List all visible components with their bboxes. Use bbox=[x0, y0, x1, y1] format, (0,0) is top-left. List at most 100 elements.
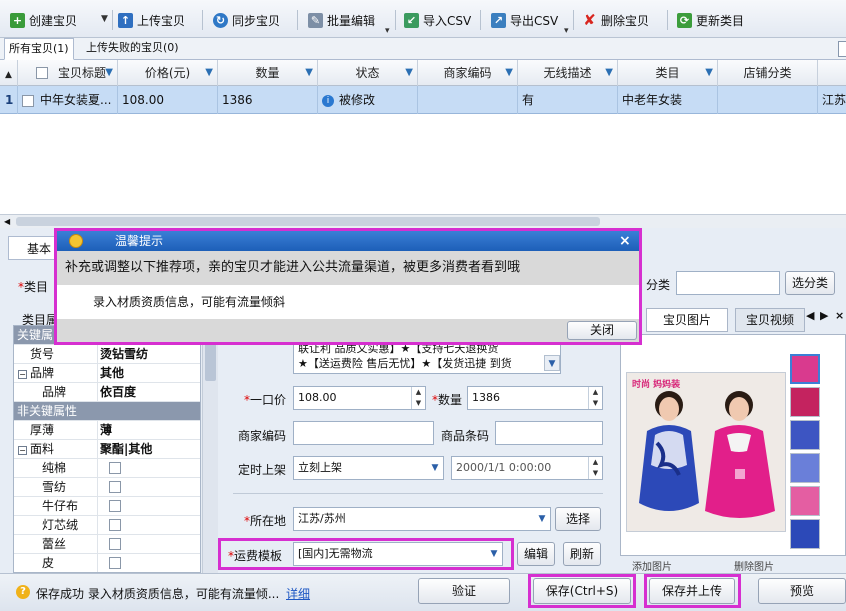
row-checkbox[interactable] bbox=[22, 94, 34, 107]
tab-item-video[interactable]: 宝贝视频 bbox=[735, 308, 805, 332]
quantity-input[interactable]: 1386 ▲ ▼ bbox=[467, 386, 603, 410]
dialog-close-button[interactable]: 关闭 bbox=[567, 321, 637, 340]
sku-code-input[interactable] bbox=[293, 421, 434, 445]
shop-category-input[interactable] bbox=[676, 271, 780, 295]
grid-options-icon[interactable] bbox=[838, 41, 846, 57]
attr-sku-no[interactable]: 货号 烫钻雪纺 bbox=[14, 345, 200, 364]
tab-upload-failed[interactable]: 上传失败的宝贝(0) bbox=[82, 38, 183, 60]
listing-datetime-input[interactable]: 2000/1/1 0:00:00 ▲ ▼ bbox=[451, 456, 603, 480]
tab-item-images[interactable]: 宝贝图片 bbox=[646, 308, 728, 332]
tab-all-items[interactable]: 所有宝贝(1) bbox=[4, 38, 74, 60]
fabric-option[interactable]: 雪纺 bbox=[14, 478, 200, 497]
attr-thickness[interactable]: 厚薄薄 bbox=[14, 421, 200, 440]
fabric-checkbox[interactable] bbox=[109, 462, 121, 474]
col-price[interactable]: 价格(元) ▼ bbox=[118, 60, 218, 86]
attr-brand-group[interactable]: − 品牌 其他 bbox=[14, 364, 200, 383]
col-wireless[interactable]: 无线描述 ▼ bbox=[518, 60, 618, 86]
create-item-button[interactable]: + 创建宝贝 bbox=[10, 10, 77, 30]
scroll-thumb[interactable] bbox=[16, 217, 600, 226]
col-status[interactable]: 状态 ▼ bbox=[318, 60, 418, 86]
table-row[interactable]: 1 中年女装夏... 108.00 1386 i 被修改 有 中老年女装 江苏 bbox=[0, 86, 846, 114]
row-location[interactable]: 江苏 bbox=[818, 86, 846, 114]
detail-link[interactable]: 详细 bbox=[286, 585, 310, 602]
edit-shipping-button[interactable]: 编辑 bbox=[517, 542, 555, 566]
fabric-option[interactable]: 蕾丝 bbox=[14, 535, 200, 554]
batch-edit-dropdown-icon[interactable]: ▾ bbox=[385, 26, 390, 36]
thumbnail-image[interactable] bbox=[790, 420, 820, 450]
scroll-thumb[interactable] bbox=[205, 341, 216, 381]
row-status[interactable]: i 被修改 bbox=[318, 86, 418, 114]
fabric-option[interactable]: 灯芯绒 bbox=[14, 516, 200, 535]
scroll-left-icon[interactable]: ◀ bbox=[4, 217, 10, 226]
row-title-cell[interactable]: 中年女装夏... bbox=[18, 86, 118, 114]
collapse-icon[interactable]: − bbox=[18, 370, 27, 379]
attr-fabric-group[interactable]: − 面料 聚酯|其他 bbox=[14, 440, 200, 459]
attribute-list-scrollbar[interactable] bbox=[202, 325, 218, 573]
row-wireless[interactable]: 有 bbox=[518, 86, 618, 114]
thumbnail-image[interactable] bbox=[790, 486, 820, 516]
collapse-icon[interactable]: − bbox=[18, 446, 27, 455]
verify-button[interactable]: 验证 bbox=[418, 578, 510, 604]
choose-shop-category-button[interactable]: 选分类 bbox=[785, 271, 835, 295]
sync-item-button[interactable]: ↻ 同步宝贝 bbox=[213, 10, 280, 30]
grid-horizontal-scrollbar[interactable]: ◀ bbox=[0, 214, 846, 228]
listing-mode-select[interactable]: 立刻上架 ▼ bbox=[293, 456, 444, 480]
col-shop-category[interactable]: 店铺分类 bbox=[718, 60, 818, 86]
row-price[interactable]: 108.00 bbox=[118, 86, 218, 114]
filter-icon[interactable]: ▼ bbox=[505, 60, 513, 86]
datetime-spinner-icon[interactable]: ▲ ▼ bbox=[588, 457, 602, 479]
create-dropdown-icon[interactable]: ▼ bbox=[101, 14, 108, 24]
col-quantity[interactable]: 数量 ▼ bbox=[218, 60, 318, 86]
fabric-option[interactable]: 牛仔布 bbox=[14, 497, 200, 516]
col-sku-code[interactable]: 商家编码 ▼ bbox=[418, 60, 518, 86]
fabric-option[interactable]: 纯棉 bbox=[14, 459, 200, 478]
filter-icon[interactable]: ▼ bbox=[205, 60, 213, 86]
choose-location-button[interactable]: 选择 bbox=[555, 507, 601, 531]
fabric-checkbox[interactable] bbox=[109, 538, 121, 550]
row-shop-category[interactable] bbox=[718, 86, 818, 114]
col-title[interactable]: 宝贝标题 ▼ bbox=[18, 60, 118, 86]
fabric-option[interactable]: 皮 bbox=[14, 554, 200, 572]
filter-icon[interactable]: ▼ bbox=[305, 60, 313, 86]
export-csv-button[interactable]: ↗ 导出CSV bbox=[491, 10, 558, 30]
thumbnail-image[interactable] bbox=[790, 354, 820, 384]
location-select[interactable]: 江苏/苏州 ▼ bbox=[293, 507, 551, 531]
upload-item-button[interactable]: ↑ 上传宝贝 bbox=[118, 10, 185, 30]
sort-arrow-icon[interactable]: ▲ bbox=[0, 60, 18, 86]
delete-image-label[interactable]: 删除图片 bbox=[734, 558, 774, 573]
col-category[interactable]: 类目 ▼ bbox=[618, 60, 718, 86]
import-csv-button[interactable]: ↙ 导入CSV bbox=[404, 10, 471, 30]
delete-item-button[interactable]: ✘ 删除宝贝 bbox=[582, 10, 649, 30]
tab-basic[interactable]: 基本 bbox=[8, 236, 60, 260]
update-category-button[interactable]: ⟳ 更新类目 bbox=[677, 10, 744, 30]
filter-icon[interactable]: ▼ bbox=[105, 60, 113, 86]
price-spinner-icon[interactable]: ▲ ▼ bbox=[411, 387, 425, 409]
thumbnail-image[interactable] bbox=[790, 387, 820, 417]
main-product-image[interactable]: 时尚 妈妈装 bbox=[626, 372, 786, 532]
thumbnail-image[interactable] bbox=[790, 453, 820, 483]
quantity-spinner-icon[interactable]: ▲ ▼ bbox=[588, 387, 602, 409]
thumbnail-image[interactable] bbox=[790, 519, 820, 549]
preview-button[interactable]: 预览 bbox=[758, 578, 846, 604]
fabric-checkbox[interactable] bbox=[109, 500, 121, 512]
export-dropdown-icon[interactable]: ▾ bbox=[564, 26, 569, 36]
filter-icon[interactable]: ▼ bbox=[405, 60, 413, 86]
row-sku-code[interactable] bbox=[418, 86, 518, 114]
add-image-label[interactable]: 添加图片 bbox=[632, 558, 672, 573]
filter-icon[interactable]: ▼ bbox=[705, 60, 713, 86]
price-input[interactable]: 108.00 ▲ ▼ bbox=[293, 386, 426, 410]
fabric-checkbox[interactable] bbox=[109, 519, 121, 531]
row-category[interactable]: 中老年女装 bbox=[618, 86, 718, 114]
refresh-shipping-button[interactable]: 刷新 bbox=[563, 542, 601, 566]
fabric-checkbox[interactable] bbox=[109, 481, 121, 493]
batch-edit-button[interactable]: ✎ 批量编辑 bbox=[308, 10, 375, 30]
attr-brand[interactable]: 品牌 依百度 bbox=[14, 383, 200, 402]
fabric-checkbox[interactable] bbox=[109, 557, 121, 569]
close-icon[interactable]: × bbox=[619, 231, 631, 251]
row-quantity[interactable]: 1386 bbox=[218, 86, 318, 114]
select-all-checkbox[interactable] bbox=[36, 67, 48, 79]
title-dropdown-icon[interactable]: ▼ bbox=[544, 355, 560, 371]
filter-icon[interactable]: ▼ bbox=[605, 60, 613, 86]
close-tab-icon[interactable]: × bbox=[835, 309, 844, 322]
barcode-input[interactable] bbox=[495, 421, 603, 445]
